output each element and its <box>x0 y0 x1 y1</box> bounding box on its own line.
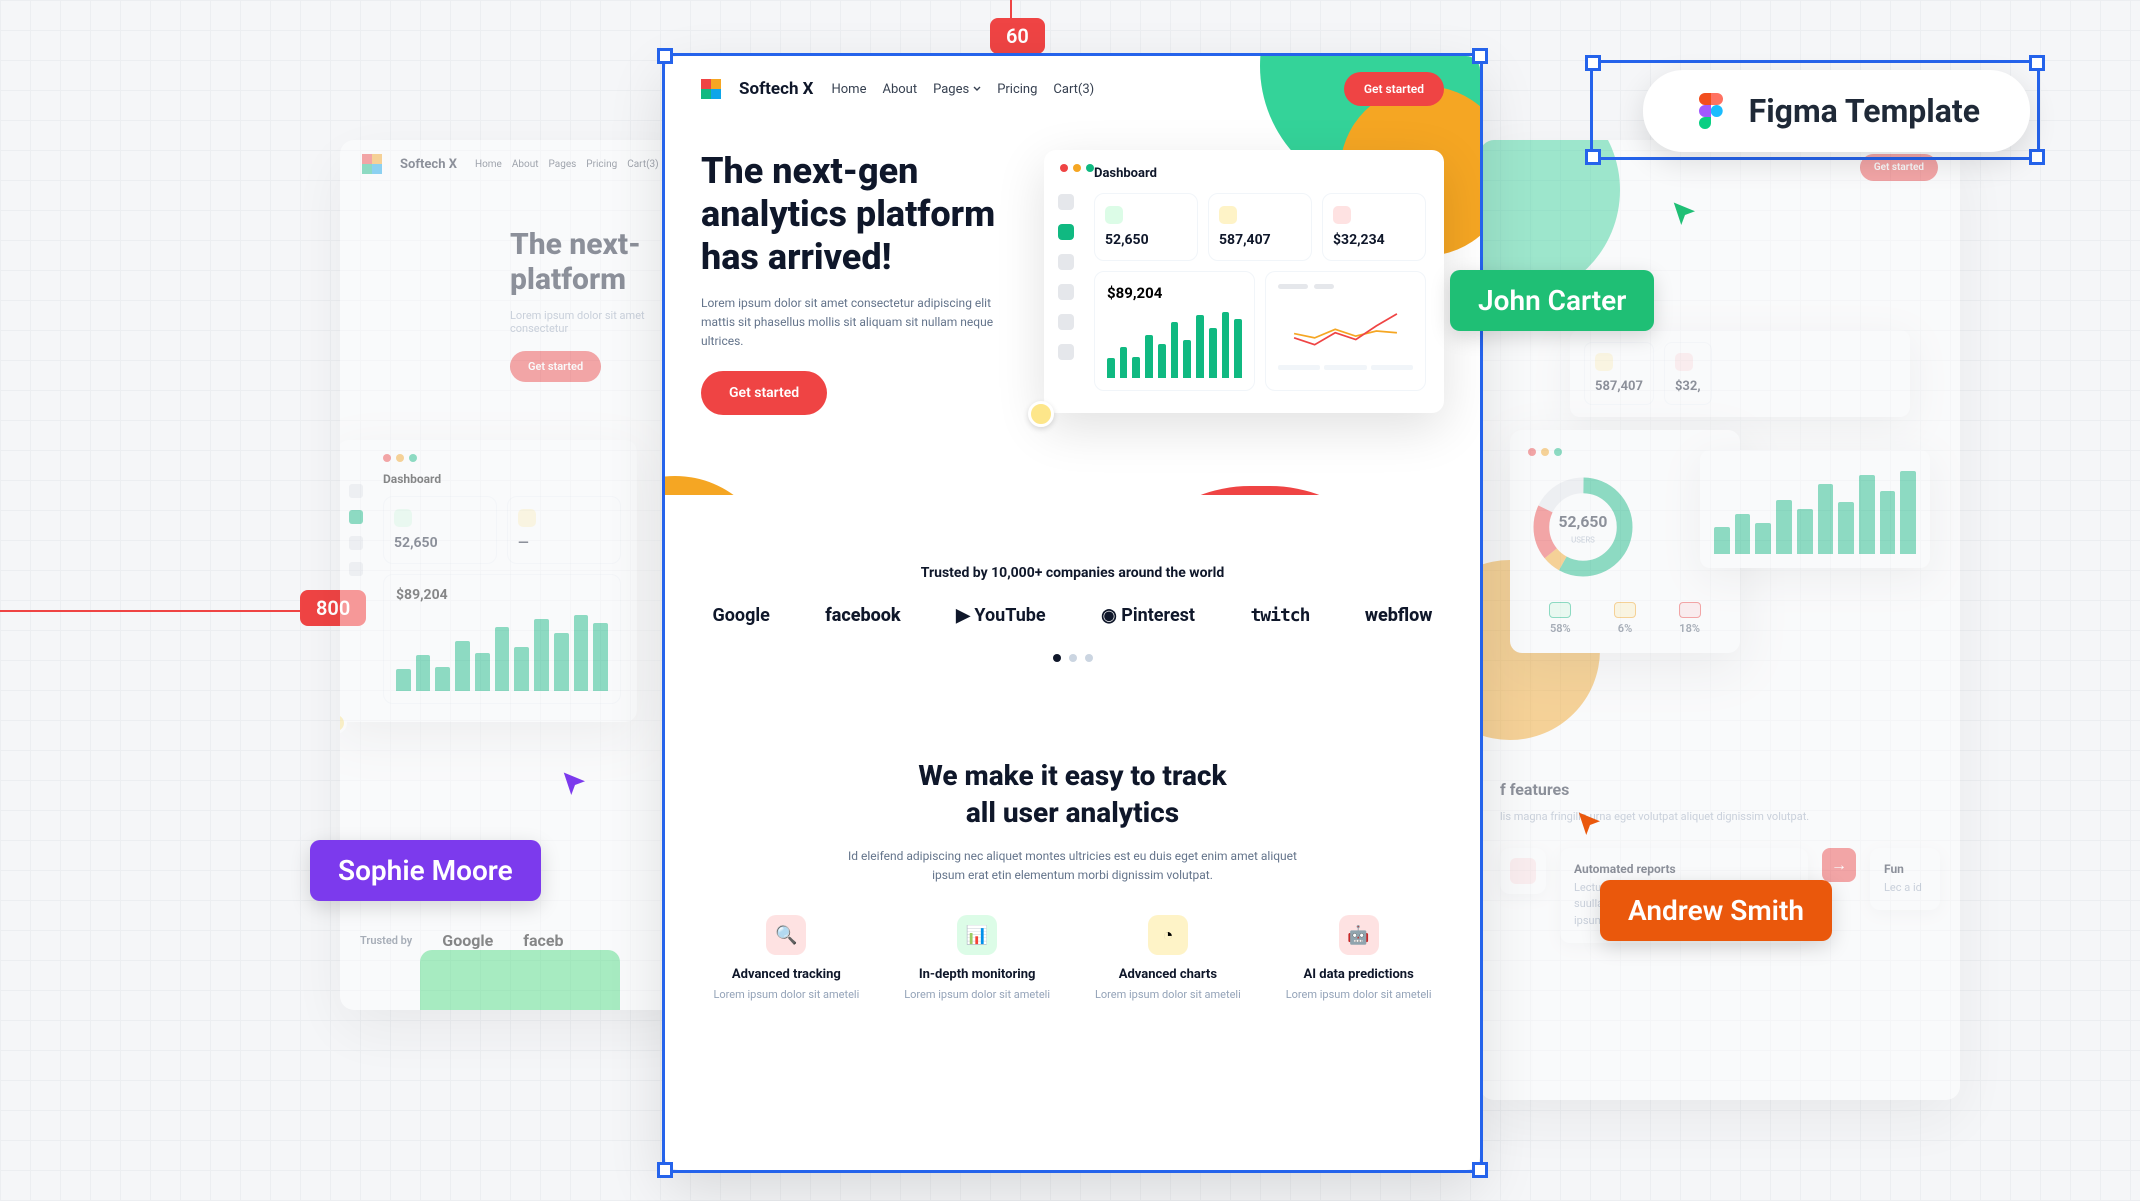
user-tag-green[interactable]: John Carter <box>1450 270 1654 331</box>
selection-handle[interactable] <box>2029 149 2045 165</box>
cursor-green <box>1670 200 1700 234</box>
stat-a-left: 52,650 <box>394 535 486 551</box>
bars-card-right <box>1700 450 1930 568</box>
selection-handle[interactable] <box>657 1162 673 1178</box>
selection-handle[interactable] <box>657 48 673 64</box>
pct-2: 6% <box>1614 622 1636 635</box>
nav-about[interactable]: About <box>512 159 539 170</box>
card2-body: Lec a id <box>1884 880 1926 897</box>
pct-1: 58% <box>1549 622 1571 635</box>
user-tag-purple[interactable]: Sophie Moore <box>310 840 541 901</box>
cursor-orange <box>1575 810 1605 844</box>
stats-strip: 587,407 $32, <box>1570 330 1910 417</box>
logo-facebook-left: faceb <box>523 931 563 950</box>
measurement-guide-horizontal <box>0 610 340 612</box>
window-dots <box>1528 448 1722 456</box>
figma-template-pill[interactable]: Figma Template <box>1643 70 2030 152</box>
donut-chart: 52,650 USERS <box>1528 472 1638 582</box>
dashboard-card-left: Dashboard 52,650 — $89,204 <box>340 440 637 722</box>
card2-title: Fun <box>1884 862 1926 876</box>
stat-d-left: $89,204 <box>396 587 608 603</box>
cta-button-left[interactable]: Get started <box>510 351 601 382</box>
selection-handle[interactable] <box>1585 149 1601 165</box>
green-bar-deco <box>420 950 620 1010</box>
avatar-icon <box>340 712 347 734</box>
brand-name: Softech X <box>400 157 457 172</box>
dash-title-left: Dashboard <box>383 472 621 486</box>
user-tag-orange[interactable]: Andrew Smith <box>1600 880 1832 941</box>
logo-icon <box>362 154 382 174</box>
card1-title: Automated reports <box>1574 862 1794 876</box>
svg-text:52,650: 52,650 <box>1559 512 1608 531</box>
svg-text:USERS: USERS <box>1571 536 1595 545</box>
nav-cart[interactable]: Cart(3) <box>627 159 658 170</box>
features-body-right: lis magna fringilla urna eget volutpat a… <box>1500 809 1940 826</box>
nav: Home About Pages Pricing Cart(3) <box>475 159 659 170</box>
measurement-badge-top: 60 <box>990 18 1045 54</box>
selection-handle[interactable] <box>1472 48 1488 64</box>
stat-b-right: 587,407 <box>1595 379 1643 394</box>
nav-pricing[interactable]: Pricing <box>586 159 617 170</box>
topbar: Softech X Home About Pages Pricing Cart(… <box>340 140 700 188</box>
cursor-purple <box>560 770 590 804</box>
nav-home[interactable]: Home <box>475 159 502 170</box>
figma-logo-icon <box>1693 93 1729 129</box>
figma-pill-label: Figma Template <box>1749 92 1980 130</box>
selection-handle[interactable] <box>1472 1162 1488 1178</box>
selection-handle[interactable] <box>1585 55 1601 71</box>
selection-handle[interactable] <box>2029 55 2045 71</box>
pct-3: 18% <box>1679 622 1701 635</box>
selection-frame-main[interactable] <box>662 53 1483 1173</box>
nav-pages[interactable]: Pages <box>549 159 577 170</box>
features-heading-right: f features <box>1500 780 1940 799</box>
logo-google-left: Google <box>442 931 493 950</box>
next-arrow-button[interactable]: → <box>1822 848 1856 882</box>
trusted-label-left: Trusted by <box>360 934 412 947</box>
